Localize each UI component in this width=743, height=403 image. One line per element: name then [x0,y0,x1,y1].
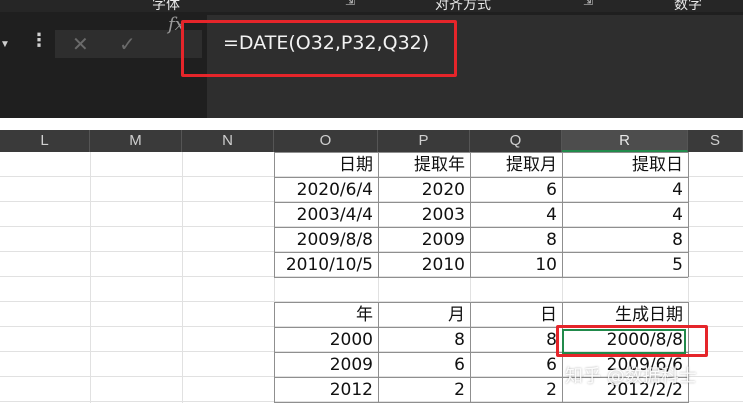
table2-header-cell[interactable]: 日 [470,303,562,328]
column-header-n[interactable]: N [182,130,274,152]
table2-cell[interactable]: 2000 [274,328,378,353]
column-header-l[interactable]: L [0,130,90,152]
column-header-r[interactable]: R [562,130,688,152]
alignment-dialog-launcher-icon[interactable]: ⇲ [583,0,593,8]
table1-header-cell[interactable]: 提取年 [378,153,470,178]
table2-cell[interactable]: 8 [378,328,470,353]
table1-cell[interactable]: 2009/8/8 [274,228,378,253]
column-header-p[interactable]: P [378,130,470,152]
table1-cell[interactable]: 5 [562,253,688,278]
close-icon[interactable]: ✕ [72,32,89,57]
column-header-o[interactable]: O [274,130,378,152]
table1-cell[interactable]: 2009 [378,228,470,253]
column-header-q[interactable]: Q [470,130,562,152]
check-icon[interactable]: ✓ [119,32,136,57]
ribbon-group-font-label: 字体 [152,0,180,12]
column-header-row: L M N O P Q R S [0,130,743,152]
font-dialog-launcher-icon[interactable]: ⇲ [345,0,355,8]
table1-cell[interactable]: 4 [562,178,688,203]
table2-cell[interactable]: 6 [470,353,562,378]
table1-cell[interactable]: 6 [470,178,562,203]
table2-cell[interactable]: 6 [378,353,470,378]
table1-cell[interactable]: 2003/4/4 [274,203,378,228]
more-options-icon[interactable]: ⋮ [30,30,48,51]
table1-cell[interactable]: 8 [562,228,688,253]
table1-cell[interactable]: 2020/6/4 [274,178,378,203]
table1-header-cell[interactable]: 提取日 [562,153,688,178]
result-annotation-box [556,325,708,357]
table2-cell[interactable]: 2012 [274,378,378,403]
name-box-dropdown-icon[interactable]: ▼ [0,39,12,51]
table2-cell[interactable]: 2 [470,378,562,403]
table2-header-cell[interactable]: 年 [274,303,378,328]
ribbon-group-alignment-label: 对齐方式 [435,0,491,12]
formula-annotation-box [181,20,457,77]
table1-cell[interactable]: 2003 [378,203,470,228]
table1-header-cell[interactable]: 提取月 [470,153,562,178]
table2-cell[interactable]: 2 [378,378,470,403]
ribbon-group-number-label: 数字 [674,0,702,12]
watermark: 知乎 @数据科士 [565,366,697,387]
table1-cell[interactable]: 2010 [378,253,470,278]
table1-cell[interactable]: 8 [470,228,562,253]
table1-cell[interactable]: 2010/10/5 [274,253,378,278]
ribbon-group-labels: 字体 ⇲ 对齐方式 ⇲ 数字 [0,0,743,12]
column-header-s[interactable]: S [688,130,743,152]
table1-cell[interactable]: 2020 [378,178,470,203]
table2-header-cell[interactable]: 月 [378,303,470,328]
table1-cell[interactable]: 10 [470,253,562,278]
table1-cell[interactable]: 4 [470,203,562,228]
column-header-m[interactable]: M [90,130,182,152]
table1-header-cell[interactable]: 日期 [274,153,378,178]
table1-cell[interactable]: 4 [562,203,688,228]
table2-cell[interactable]: 8 [470,328,562,353]
table2-cell[interactable]: 2009 [274,353,378,378]
